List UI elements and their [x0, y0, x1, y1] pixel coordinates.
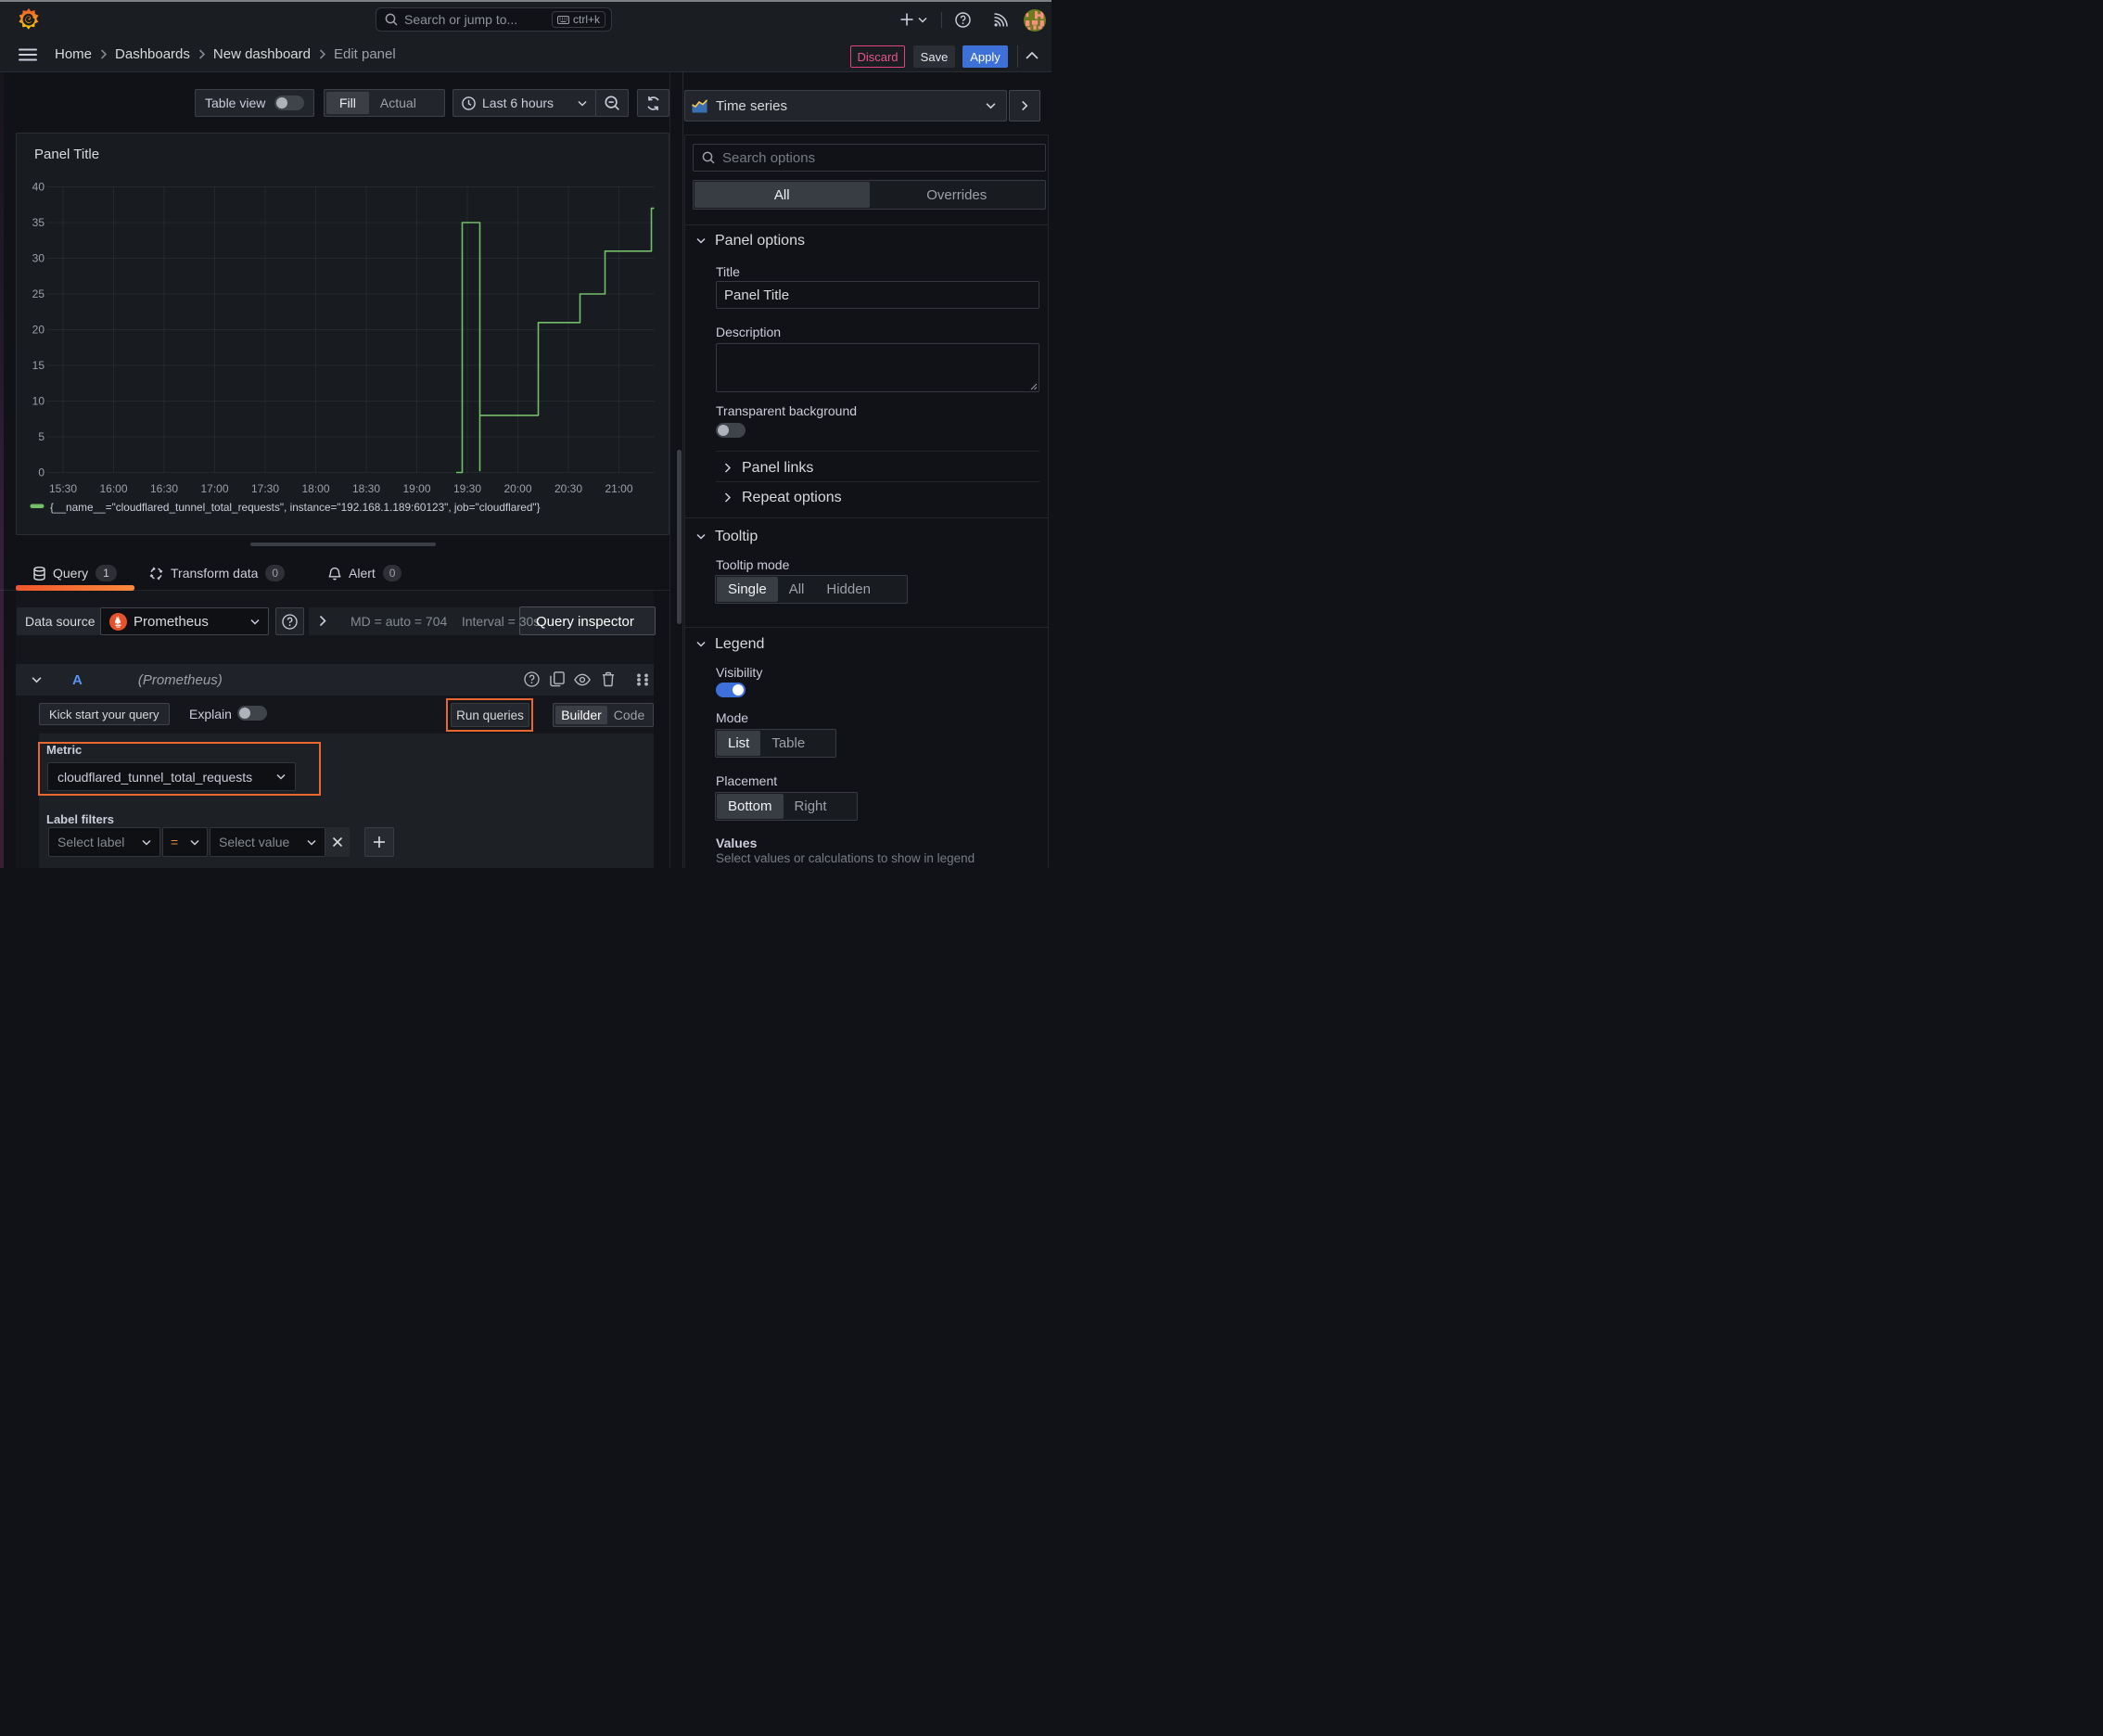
svg-text:25: 25 — [32, 287, 45, 300]
svg-text:20:30: 20:30 — [554, 482, 582, 495]
svg-text:19:00: 19:00 — [402, 482, 430, 495]
svg-text:21:00: 21:00 — [605, 482, 632, 495]
svg-text:30: 30 — [32, 252, 45, 265]
svg-text:17:00: 17:00 — [200, 482, 228, 495]
svg-text:5: 5 — [38, 430, 45, 443]
svg-text:0: 0 — [38, 466, 45, 479]
svg-text:17:30: 17:30 — [251, 482, 279, 495]
svg-text:16:00: 16:00 — [99, 482, 127, 495]
svg-text:15: 15 — [32, 359, 45, 372]
svg-text:35: 35 — [32, 216, 45, 229]
svg-text:10: 10 — [32, 395, 45, 408]
svg-text:18:00: 18:00 — [301, 482, 329, 495]
svg-text:40: 40 — [32, 181, 45, 194]
svg-text:20: 20 — [32, 324, 45, 337]
svg-text:18:30: 18:30 — [352, 482, 380, 495]
svg-text:16:30: 16:30 — [150, 482, 178, 495]
svg-text:{__name__="cloudflared_tunnel_: {__name__="cloudflared_tunnel_total_requ… — [50, 501, 541, 514]
svg-text:19:30: 19:30 — [453, 482, 481, 495]
svg-text:15:30: 15:30 — [49, 482, 77, 495]
svg-text:20:00: 20:00 — [503, 482, 531, 495]
